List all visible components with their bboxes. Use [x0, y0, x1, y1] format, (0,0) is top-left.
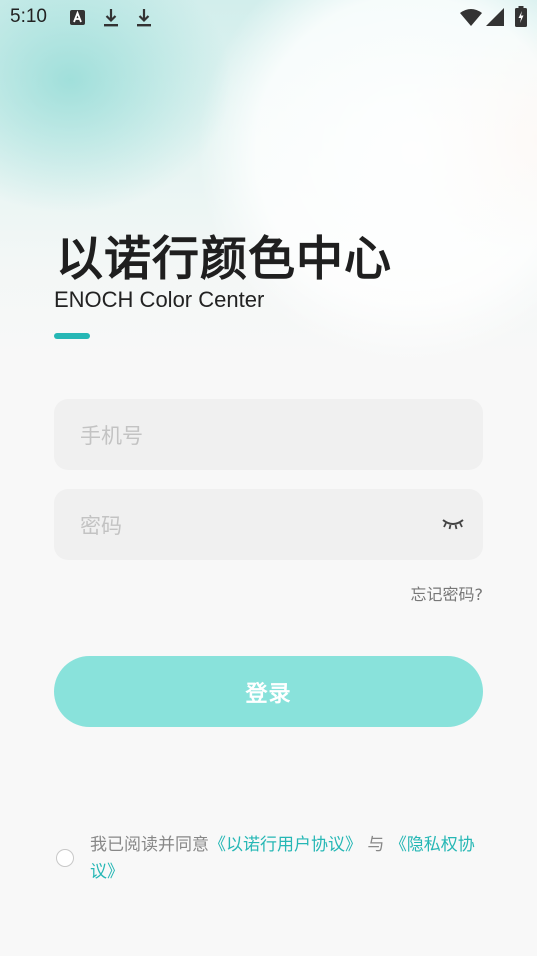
- wifi-icon: [460, 9, 482, 26]
- forgot-password-link[interactable]: 忘记密码?: [411, 581, 484, 605]
- agreement-connector: 与: [367, 835, 385, 855]
- login-button[interactable]: 登录: [54, 656, 483, 727]
- battery-charging-icon: [515, 6, 527, 27]
- download-icon: [104, 9, 118, 27]
- status-time: 5:10: [10, 6, 47, 27]
- page-subtitle: ENOCH Color Center: [54, 287, 265, 312]
- title-accent-divider: [54, 333, 90, 339]
- user-agreement-link[interactable]: 《以诺行用户协议》: [209, 835, 362, 855]
- password-field[interactable]: [54, 489, 483, 562]
- agreement-checkbox[interactable]: [56, 849, 74, 867]
- phone-input[interactable]: [78, 399, 422, 472]
- agreement-text: 我已阅读并同意《以诺行用户协议》 与 《隐私权协议》: [90, 832, 488, 886]
- password-input[interactable]: [78, 489, 422, 562]
- a-notification-icon: [70, 10, 85, 25]
- agreement-prefix: 我已阅读并同意: [90, 835, 209, 855]
- phone-field[interactable]: [54, 399, 483, 472]
- cellular-signal-icon: [486, 8, 504, 26]
- download-icon: [137, 9, 151, 27]
- eye-closed-icon[interactable]: [441, 514, 465, 534]
- page-title: 以诺行颜色中心: [56, 232, 392, 287]
- status-bar: 5:10: [0, 0, 537, 36]
- header-background: [0, 0, 537, 420]
